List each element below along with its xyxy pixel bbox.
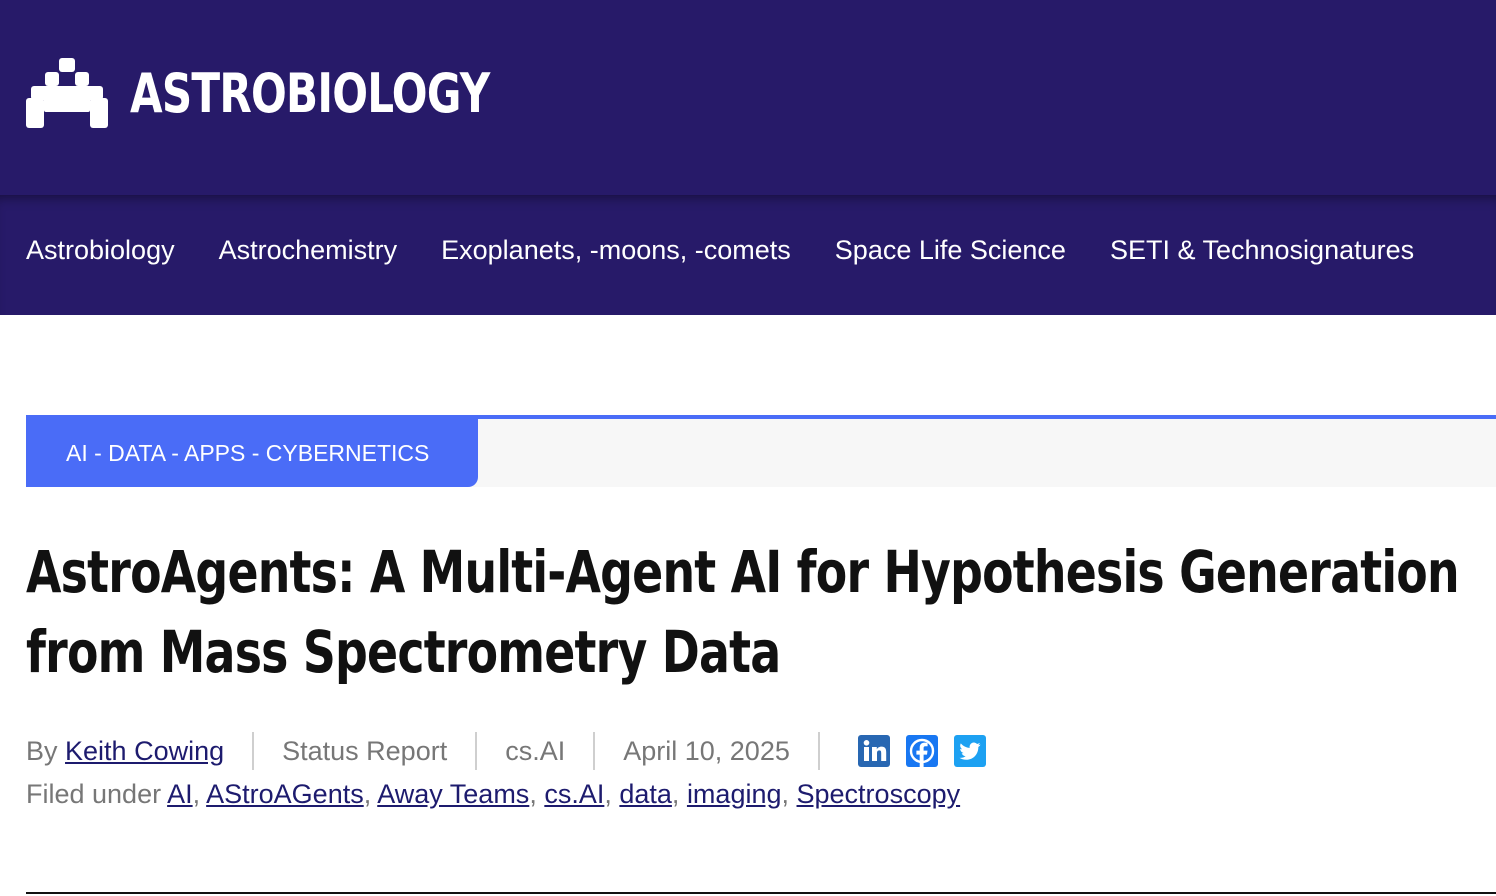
share-buttons (857, 735, 1002, 767)
tag-link[interactable]: data (619, 779, 672, 809)
filed-under-label: Filed under (26, 779, 162, 809)
main-nav: Astrobiology Astrochemistry Exoplanets, … (0, 195, 1496, 315)
category-bar: AI - DATA - APPS - CYBERNETICS (26, 415, 1496, 487)
space-invader-icon (26, 58, 108, 128)
site-name: ASTROBIOLOGY (130, 62, 490, 125)
twitter-icon[interactable] (953, 735, 986, 767)
by-label: By (26, 735, 58, 766)
nav-list: Astrobiology Astrochemistry Exoplanets, … (26, 232, 1458, 268)
nav-item-astrochemistry[interactable]: Astrochemistry (219, 232, 398, 268)
nav-item-astrobiology[interactable]: Astrobiology (26, 232, 175, 268)
site-header: ASTROBIOLOGY (0, 0, 1496, 195)
article-meta: By Keith Cowing Status Report cs.AI Apri… (26, 730, 1002, 772)
article-source: cs.AI (505, 735, 566, 766)
tag-link[interactable]: Spectroscopy (797, 779, 961, 809)
site-logo-link[interactable]: ASTROBIOLOGY (26, 58, 591, 130)
linkedin-icon[interactable] (857, 735, 890, 767)
content-divider (26, 892, 1496, 894)
meta-divider (593, 732, 596, 770)
nav-item-space-life-science[interactable]: Space Life Science (835, 232, 1066, 268)
tag-link[interactable]: Away Teams (377, 779, 529, 809)
article-title: AstroAgents: A Multi-Agent AI for Hypoth… (26, 532, 1496, 692)
tag-link[interactable]: imaging (687, 779, 782, 809)
article-type: Status Report (282, 735, 448, 766)
facebook-icon[interactable] (905, 735, 938, 767)
tag-link[interactable]: AI (167, 779, 193, 809)
article-title-text: AstroAgents: A Multi-Agent AI for Hypoth… (26, 538, 1460, 686)
tag-link[interactable]: cs.AI (544, 779, 604, 809)
author-link[interactable]: Keith Cowing (65, 736, 224, 767)
nav-item-seti[interactable]: SETI & Technosignatures (1110, 232, 1414, 268)
filed-under: Filed under AI, AStroAGents, Away Teams,… (26, 779, 961, 809)
category-tag[interactable]: AI - DATA - APPS - CYBERNETICS (26, 415, 478, 487)
tag-link[interactable]: AStroAGents (206, 779, 364, 809)
meta-divider (475, 732, 478, 770)
meta-divider (252, 732, 255, 770)
nav-item-exoplanets[interactable]: Exoplanets, -moons, -comets (441, 232, 791, 268)
meta-divider (817, 732, 820, 770)
article-date: April 10, 2025 (623, 735, 790, 766)
